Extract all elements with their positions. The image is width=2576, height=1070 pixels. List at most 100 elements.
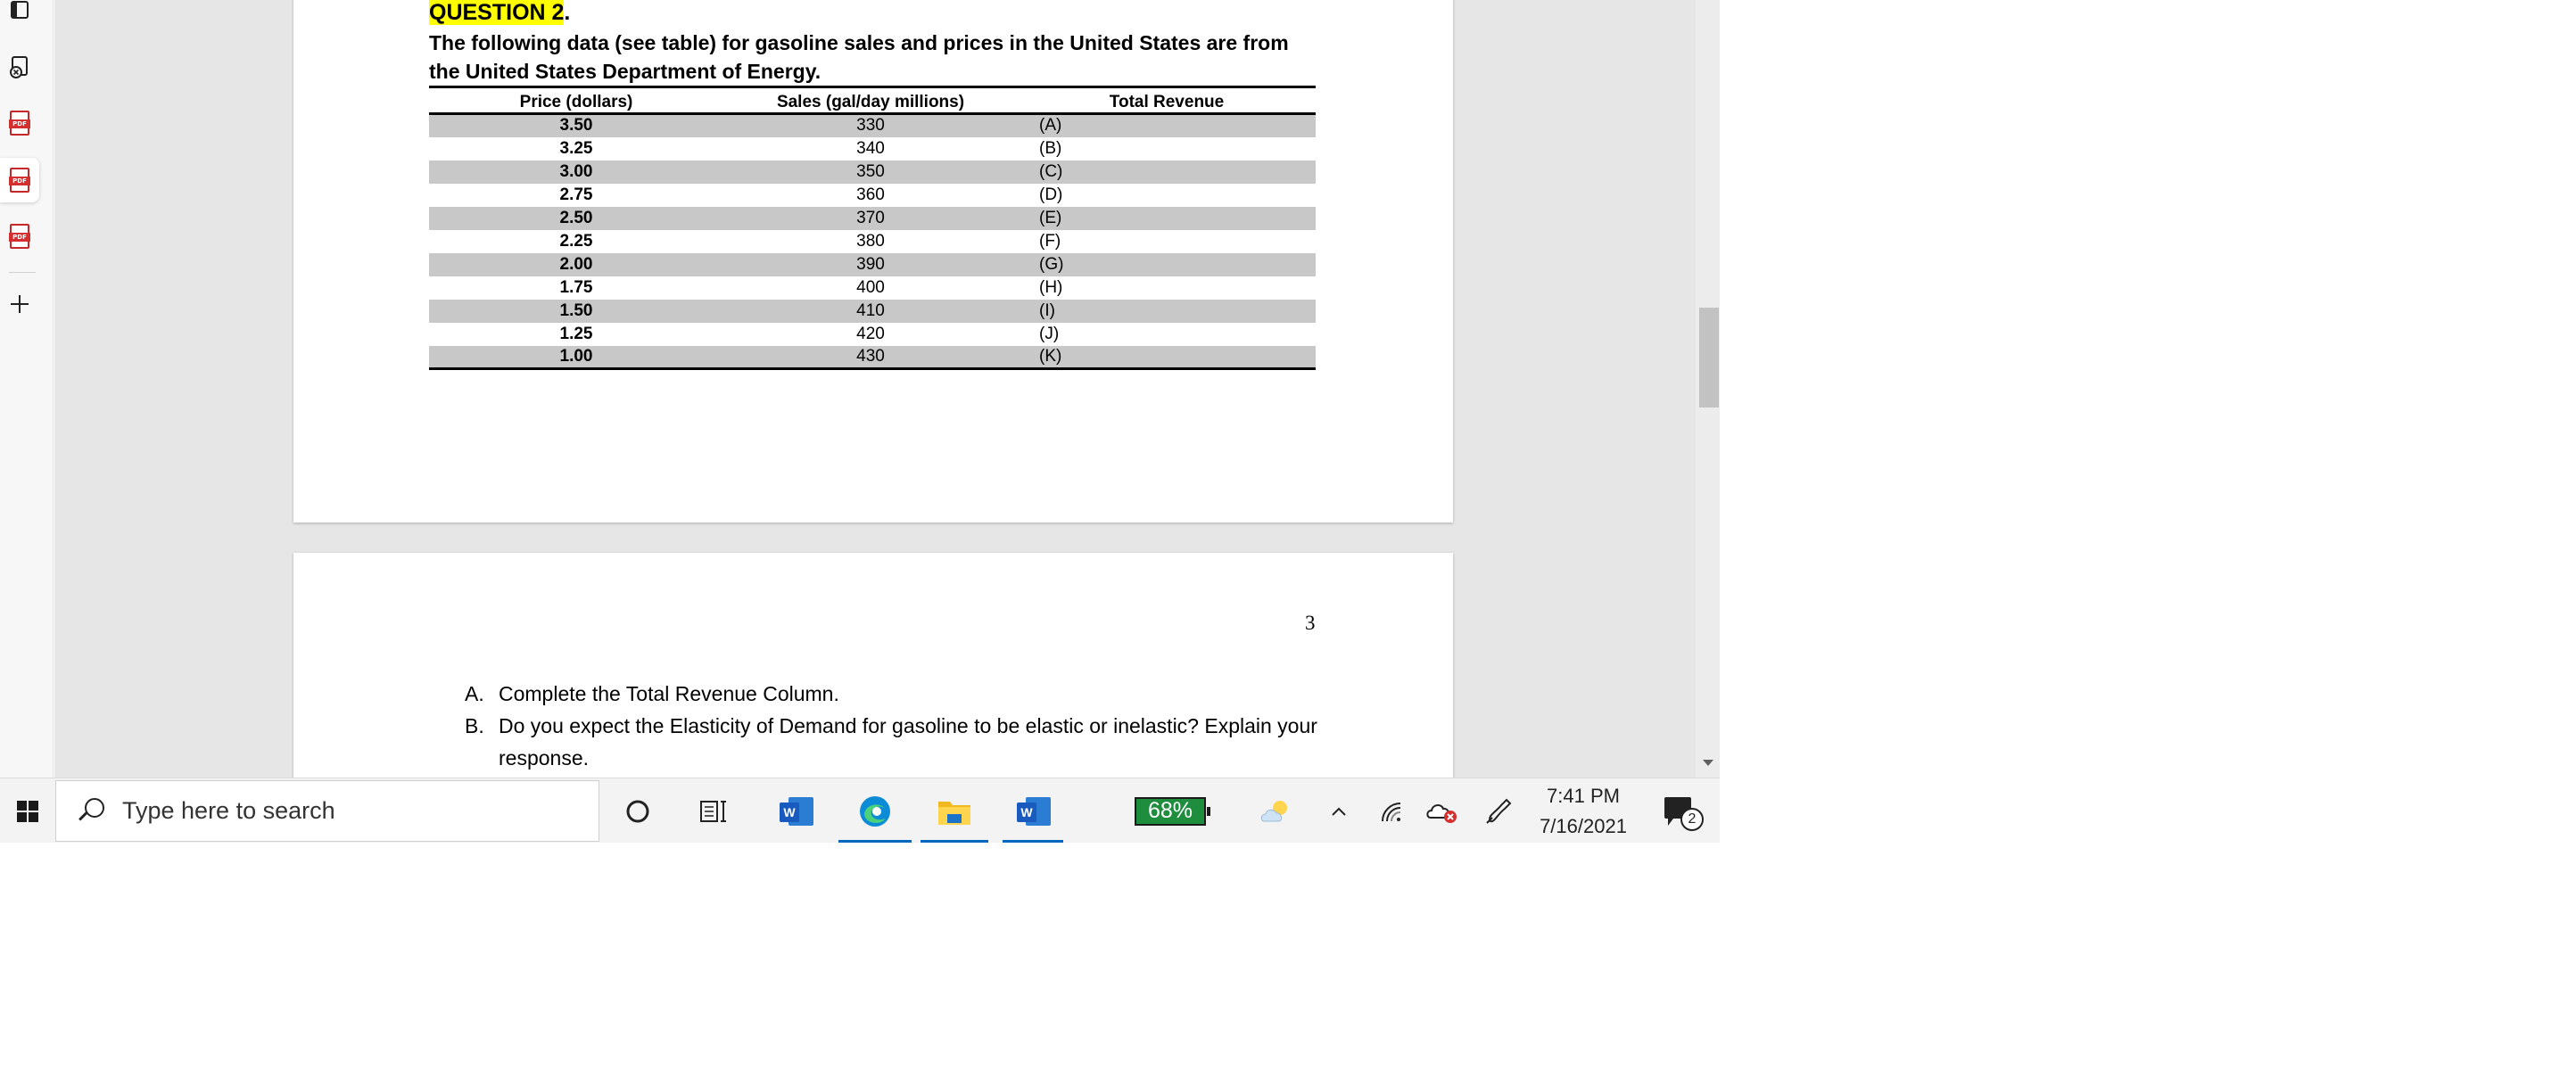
pdf-tab-icon: [9, 111, 30, 136]
search-icon: [76, 796, 106, 827]
task-view-button[interactable]: [691, 778, 736, 843]
revenue-cell: (B): [1039, 138, 1062, 158]
table-row: 3.00 350 (C): [429, 160, 1316, 184]
show-hidden-icons-button[interactable]: [1320, 778, 1358, 843]
price-cell: 3.25: [559, 138, 593, 158]
revenue-cell: (D): [1039, 185, 1063, 204]
header-price: Price (dollars): [429, 86, 723, 115]
chevron-up-icon: [1332, 807, 1346, 816]
windows-logo-icon: [17, 800, 38, 822]
table-row: 1.25 420 (J): [429, 323, 1316, 346]
pen-icon: [1486, 798, 1512, 824]
gasoline-data-table: Price (dollars) Sales (gal/day millions)…: [429, 86, 1316, 370]
revenue-cell: (G): [1018, 252, 1316, 276]
new-tab-icon: [11, 295, 29, 313]
revenue-cell: (C): [1018, 160, 1316, 184]
pdf-tab-1[interactable]: [0, 101, 39, 145]
list-item: A. Complete the Total Revenue Column.: [465, 678, 1321, 710]
price-cell: 1.00: [429, 345, 723, 370]
revenue-cell: (A): [1018, 113, 1316, 137]
active-app-underline: [838, 840, 912, 843]
price-cell: 1.50: [429, 299, 723, 323]
revenue-cell: (E): [1018, 206, 1316, 230]
scrollbar-thumb[interactable]: [1699, 308, 1719, 407]
vertical-scrollbar[interactable]: [1696, 0, 1720, 778]
price-cell: 1.25: [559, 324, 593, 343]
pdf-tab-2[interactable]: [0, 158, 39, 202]
weather-cloud-icon: [1260, 800, 1287, 821]
price-cell: 1.75: [559, 277, 593, 297]
battery-indicator[interactable]: 68%: [1126, 778, 1215, 843]
task-view-icon: [700, 800, 726, 822]
document-page: QUESTION 2. The following data (see tabl…: [293, 0, 1453, 523]
question-title: QUESTION 2.: [429, 0, 570, 26]
header-total-revenue: Total Revenue: [1018, 86, 1316, 115]
onedrive-status-button[interactable]: [1420, 778, 1465, 843]
pdf-tab-icon: [9, 224, 30, 249]
notification-count-badge: 2: [1680, 807, 1704, 831]
list-item-text: Complete the Total Revenue Column.: [499, 682, 839, 705]
word-taskbar-button[interactable]: W: [769, 778, 822, 843]
action-center-button[interactable]: 2: [1650, 778, 1714, 843]
sales-cell: 420: [856, 324, 885, 343]
screen: QUESTION 2. The following data (see tabl…: [0, 0, 1720, 843]
edge-icon: [860, 795, 890, 827]
word-icon: W: [1017, 796, 1051, 826]
revenue-cell: (H): [1039, 277, 1063, 297]
revenue-cell: (K): [1018, 345, 1316, 370]
sales-cell: 430: [723, 345, 1018, 370]
sales-cell: 410: [723, 299, 1018, 323]
sales-cell: 360: [856, 185, 885, 204]
list-item: B. Do you expect the Elasticity of Demand…: [465, 710, 1321, 774]
edge-taskbar-button[interactable]: [837, 778, 913, 843]
word-taskbar-button-2[interactable]: W: [1001, 778, 1065, 843]
list-item-text: Do you expect the Elasticity of Demand f…: [499, 714, 1317, 770]
wifi-icon: [1382, 802, 1401, 821]
sales-cell: 400: [856, 277, 885, 297]
table-row: 2.00 390 (G): [429, 252, 1316, 276]
taskbar: Type here to search W W 68% 7:41 PM 7/16…: [0, 778, 1720, 843]
file-explorer-icon: [938, 801, 970, 825]
cortana-button[interactable]: [615, 778, 660, 843]
price-cell: 3.50: [429, 113, 723, 137]
table-row: 2.75 360 (D): [429, 184, 1316, 207]
file-explorer-taskbar-button[interactable]: [919, 778, 990, 843]
active-app-underline: [1003, 840, 1063, 843]
price-cell: 2.50: [429, 206, 723, 230]
price-cell: 2.00: [429, 252, 723, 276]
network-button[interactable]: [1369, 778, 1416, 843]
table-row: 1.50 410 (I): [429, 299, 1316, 323]
taskbar-search-box[interactable]: Type here to search: [55, 780, 599, 842]
price-cell: 2.75: [559, 185, 593, 204]
clock-time: 7:41 PM: [1547, 784, 1620, 807]
list-marker: B.: [465, 714, 484, 737]
revenue-cell: (I): [1018, 299, 1316, 323]
sidebar-panel-icon[interactable]: [0, 0, 39, 32]
pdf-tab-3[interactable]: [0, 214, 39, 259]
profile-icon[interactable]: [0, 45, 39, 89]
taskbar-clock[interactable]: 7:41 PM 7/16/2021: [1516, 778, 1650, 843]
sales-cell: 390: [723, 252, 1018, 276]
search-placeholder: Type here to search: [122, 797, 335, 824]
page-number: 3: [1305, 612, 1316, 634]
new-tab-button[interactable]: [0, 282, 39, 326]
price-cell: 2.25: [559, 231, 593, 251]
table-row: 2.25 380 (F): [429, 230, 1316, 253]
pen-workspace-button[interactable]: [1476, 778, 1521, 843]
document-viewer[interactable]: QUESTION 2. The following data (see tabl…: [54, 0, 1696, 778]
scroll-down-arrow-icon[interactable]: [1703, 760, 1713, 766]
weather-button[interactable]: [1251, 778, 1302, 843]
sales-cell: 330: [723, 113, 1018, 137]
question-title-highlight: QUESTION 2: [429, 0, 565, 25]
question-list: A. Complete the Total Revenue Column. B. D…: [465, 678, 1321, 774]
start-button[interactable]: [0, 778, 55, 843]
sales-cell: 350: [723, 160, 1018, 184]
table-row: 3.25 340 (B): [429, 137, 1316, 160]
table-row: 1.75 400 (H): [429, 276, 1316, 300]
sales-cell: 380: [856, 231, 885, 251]
cortana-icon: [626, 800, 649, 822]
price-cell: 3.00: [429, 160, 723, 184]
question-title-suffix: .: [564, 0, 571, 25]
sales-cell: 370: [723, 206, 1018, 230]
header-sales: Sales (gal/day millions): [723, 86, 1018, 115]
